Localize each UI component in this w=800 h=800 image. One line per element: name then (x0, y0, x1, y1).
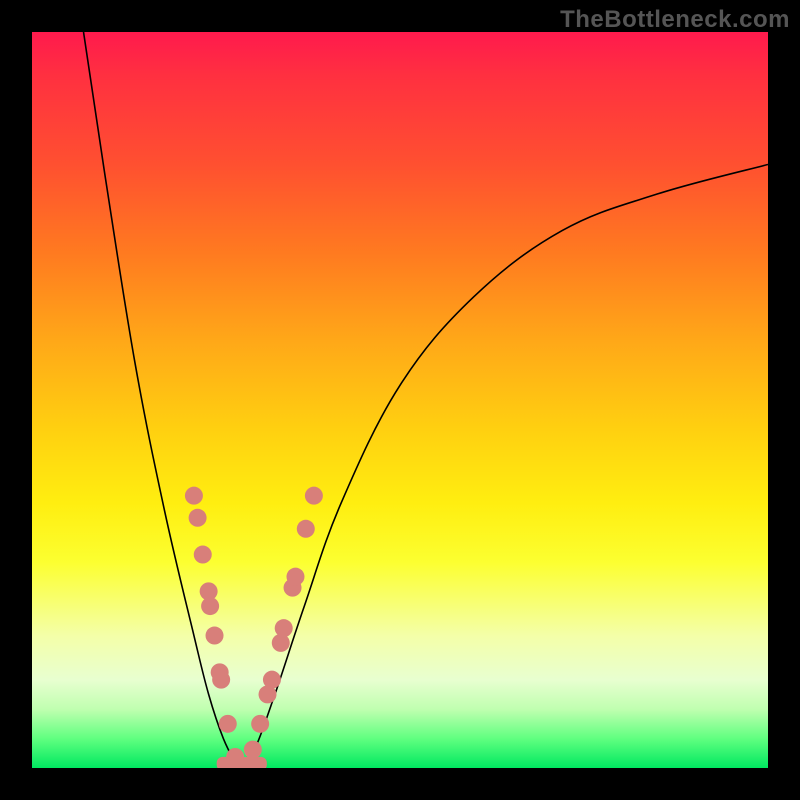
data-marker (201, 597, 219, 615)
watermark-text: TheBottleneck.com (560, 6, 790, 34)
data-marker (194, 546, 212, 564)
data-marker (244, 741, 262, 759)
data-marker (297, 520, 315, 538)
chart-frame: TheBottleneck.com (0, 0, 800, 800)
data-marker (212, 671, 230, 689)
markers-left-group (185, 487, 244, 766)
data-marker (305, 487, 323, 505)
data-marker (275, 619, 293, 637)
curves-svg (32, 32, 768, 768)
bottom-marker-bar (217, 757, 267, 768)
bottleneck-curve-right (238, 164, 768, 768)
data-marker (206, 627, 224, 645)
data-marker (219, 715, 237, 733)
markers-right-group (244, 487, 323, 759)
data-marker (185, 487, 203, 505)
plot-area (32, 32, 768, 768)
data-marker (263, 671, 281, 689)
bottleneck-curve-left (84, 32, 239, 768)
data-marker (286, 568, 304, 586)
data-marker (189, 509, 207, 527)
data-marker (251, 715, 269, 733)
